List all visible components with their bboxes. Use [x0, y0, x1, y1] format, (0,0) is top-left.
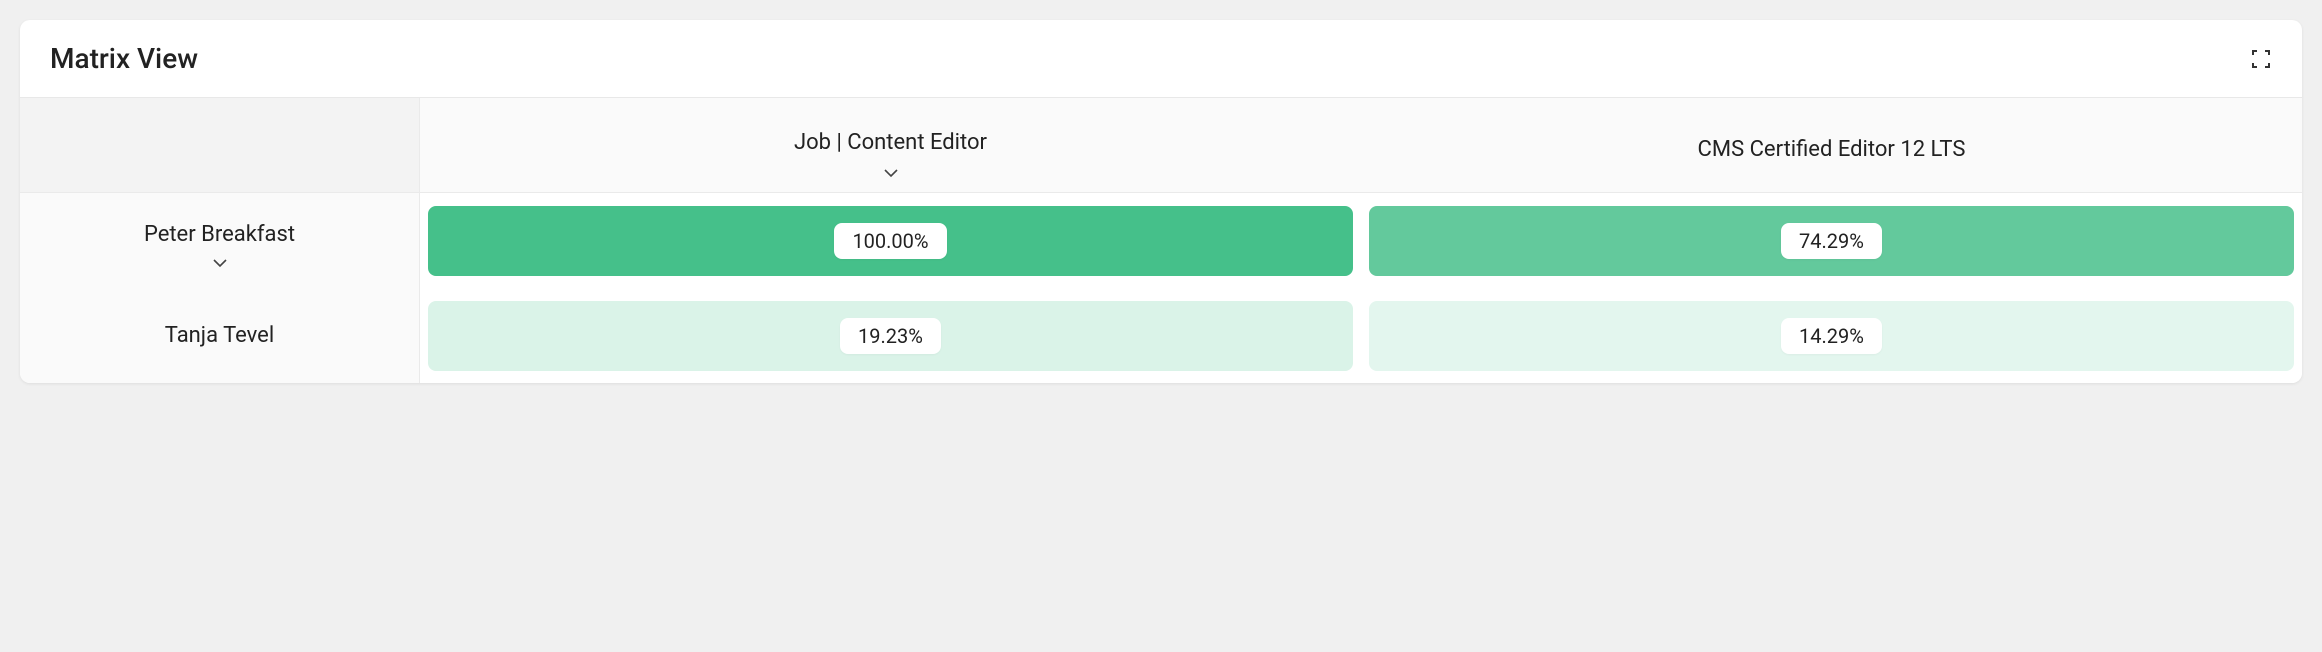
column-header-label: CMS Certified Editor 12 LTS	[1698, 137, 1966, 162]
column-header-cms[interactable]: CMS Certified Editor 12 LTS	[1361, 98, 2302, 193]
corner-cell	[20, 98, 420, 193]
expand-icon[interactable]	[2250, 48, 2272, 70]
page-title: Matrix View	[50, 42, 198, 75]
chevron-down-icon	[883, 159, 899, 169]
percent-badge: 100.00%	[834, 223, 946, 259]
row-header-tanja[interactable]: Tanja Tevel	[20, 288, 420, 383]
matrix-cell[interactable]: 74.29%	[1361, 193, 2302, 288]
percent-bar: 19.23%	[428, 301, 1353, 371]
row-header-label: Tanja Tevel	[165, 323, 274, 348]
matrix-cell[interactable]: 100.00%	[420, 193, 1361, 288]
percent-badge: 14.29%	[1781, 318, 1882, 354]
row-header-label: Peter Breakfast	[144, 222, 295, 247]
chevron-down-icon	[212, 249, 228, 259]
card-header: Matrix View	[20, 20, 2302, 98]
matrix-grid: Job | Content Editor CMS Certified Edito…	[20, 98, 2302, 383]
percent-bar: 74.29%	[1369, 206, 2294, 276]
row-header-peter[interactable]: Peter Breakfast	[20, 193, 420, 288]
percent-bar: 14.29%	[1369, 301, 2294, 371]
percent-bar: 100.00%	[428, 206, 1353, 276]
percent-badge: 19.23%	[840, 318, 941, 354]
matrix-cell[interactable]: 19.23%	[420, 288, 1361, 383]
matrix-view-card: Matrix View Job | Content Editor CMS Cer…	[20, 20, 2302, 383]
column-header-job[interactable]: Job | Content Editor	[420, 98, 1361, 193]
percent-badge: 74.29%	[1781, 223, 1882, 259]
matrix-cell[interactable]: 14.29%	[1361, 288, 2302, 383]
column-header-label: Job | Content Editor	[794, 130, 987, 155]
